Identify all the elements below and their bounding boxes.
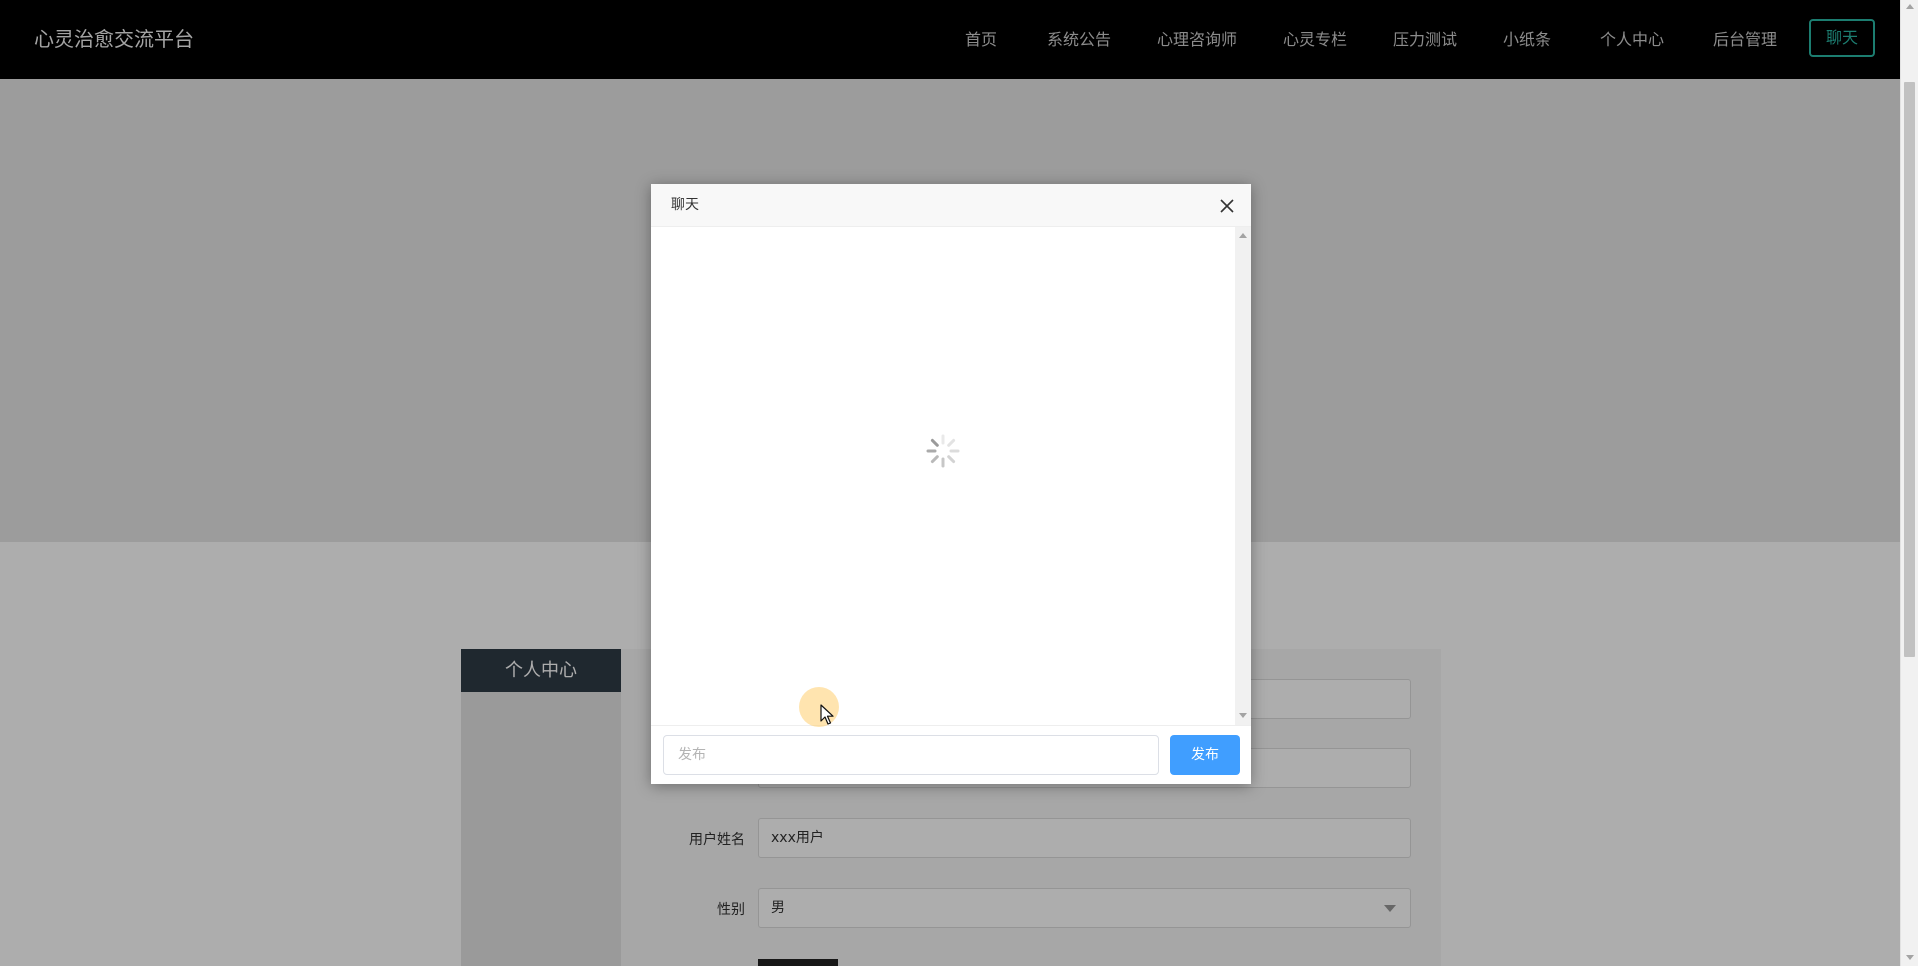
scroll-up-icon[interactable]	[1239, 233, 1247, 238]
scroll-up-icon[interactable]	[1906, 4, 1914, 9]
loading-spinner-icon	[923, 431, 963, 471]
page-scrollbar[interactable]	[1900, 0, 1918, 966]
close-icon[interactable]	[1218, 197, 1236, 215]
dialog-scrollbar[interactable]	[1235, 227, 1251, 725]
message-input[interactable]	[663, 735, 1159, 775]
dialog-header: 聊天	[651, 184, 1251, 227]
dialog-title: 聊天	[671, 197, 699, 213]
dialog-footer: 发布	[651, 725, 1251, 784]
chat-dialog: 聊天 发布 发布	[651, 184, 1251, 784]
page-scrollbar-thumb[interactable]	[1904, 82, 1915, 657]
scroll-down-icon[interactable]	[1906, 955, 1914, 960]
scroll-down-icon[interactable]	[1239, 713, 1247, 718]
chat-message-list[interactable]	[651, 227, 1235, 725]
cursor-arrow-icon	[820, 704, 834, 726]
send-button[interactable]: 发布	[1170, 735, 1240, 775]
